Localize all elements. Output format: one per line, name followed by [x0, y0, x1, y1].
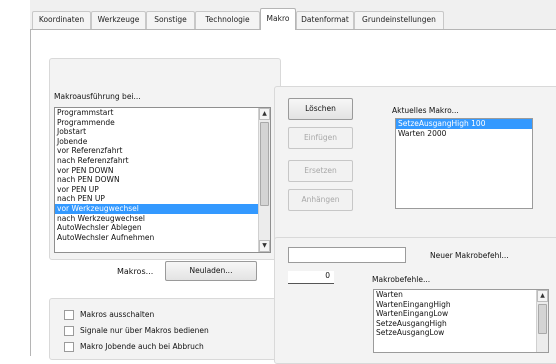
current-macro-label: Aktuelles Makro... [392, 106, 459, 115]
tab-werkzeuge[interactable]: Werkzeuge [91, 11, 146, 29]
option-label: Makros ausschalten [80, 310, 155, 319]
macro-event-item[interactable]: nach PEN UP [55, 194, 270, 204]
macro-event-item[interactable]: AutoWechsler Ablegen [55, 223, 270, 233]
commands-scrollbar[interactable]: ▲ [536, 290, 548, 352]
current-macro-item[interactable]: SetzeAusgangHigh 100 [396, 119, 532, 129]
options-group: Makros ausschalten Signale nur über Makr… [49, 298, 281, 360]
scroll-up-icon[interactable]: ▲ [537, 290, 548, 302]
checkbox-makros-ausschalten[interactable] [64, 310, 74, 320]
macro-event-scrollbar[interactable]: ▲ ▼ [258, 108, 270, 252]
replace-button[interactable]: Ersetzen [288, 160, 353, 182]
parameter-value: 0 [325, 271, 330, 280]
command-item[interactable]: Warten [374, 290, 548, 300]
macro-event-item[interactable]: Programmstart [55, 108, 270, 118]
commands-label: Makrobefehle... [372, 275, 431, 284]
command-item[interactable]: WartenEingangHigh [374, 300, 548, 310]
macro-event-item[interactable]: vor PEN UP [55, 185, 270, 195]
tab-koordinaten[interactable]: Koordinaten [32, 11, 91, 29]
reload-button[interactable]: Neuladen... [165, 261, 257, 281]
tab-grundeinstellungen[interactable]: Grundeinstellungen [354, 11, 444, 29]
parameter-field[interactable]: 0 [288, 271, 334, 284]
macro-event-item[interactable]: vor Werkzeugwechsel [55, 203, 270, 214]
macro-event-item[interactable]: nach Referenzfahrt [55, 156, 270, 166]
tab-makro[interactable]: Makro [260, 8, 296, 30]
current-macro-items: SetzeAusgangHigh 100 Warten 2000 [396, 119, 532, 138]
commands-list[interactable]: Warten WartenEingangHigh WartenEingangLow S… [373, 289, 549, 353]
tab-strip: Koordinaten Werkzeuge Sonstige Technolog… [30, 6, 556, 30]
command-item[interactable]: SetzeAusgangLow [374, 328, 548, 338]
new-command-field[interactable] [288, 247, 406, 263]
command-item[interactable]: SetzeAusgangHigh [374, 319, 548, 329]
current-macro-list[interactable]: SetzeAusgangHigh 100 Warten 2000 [395, 118, 533, 209]
scroll-thumb[interactable] [260, 122, 269, 206]
macro-event-item[interactable]: Programmende [55, 118, 270, 128]
tab-technologie[interactable]: Technologie [195, 11, 260, 29]
new-command-label: Neuer Makrobefehl... [430, 251, 509, 260]
current-macro-group: Löschen Einfügen Ersetzen Anhängen Aktue… [274, 86, 556, 251]
option-label: Makro Jobende auch bei Abbruch [80, 342, 204, 351]
scroll-thumb[interactable] [538, 304, 547, 334]
option-label: Signale nur über Makros bedienen [80, 326, 209, 335]
append-button[interactable]: Anhängen [288, 189, 353, 211]
macro-event-item[interactable]: Jobstart [55, 127, 270, 137]
macro-event-item[interactable]: AutoWechsler Aufnehmen [55, 233, 270, 243]
delete-button[interactable]: Löschen [288, 98, 353, 120]
macro-event-item[interactable]: vor Referenzfahrt [55, 146, 270, 156]
macro-event-item[interactable]: vor PEN DOWN [55, 166, 270, 176]
macros-label: Makros... [117, 267, 154, 276]
checkbox-jobende-bei-abbruch[interactable] [64, 342, 74, 352]
macro-execution-group: Makroausführung bei... Programmstart Prog… [49, 58, 281, 260]
tab-datenformat[interactable]: Datenformat [296, 11, 354, 29]
scroll-up-icon[interactable]: ▲ [259, 108, 270, 120]
macro-event-item[interactable]: nach PEN DOWN [55, 175, 270, 185]
macro-execution-label: Makroausführung bei... [54, 92, 141, 101]
insert-button[interactable]: Einfügen [288, 127, 353, 149]
checkbox-signale-ueber-makros[interactable] [64, 326, 74, 336]
tab-sonstige[interactable]: Sonstige [146, 11, 195, 29]
current-macro-item[interactable]: Warten 2000 [396, 129, 532, 139]
new-command-group: Neuer Makrobefehl... 0 Makrobefehle... W… [274, 237, 556, 364]
macro-event-item[interactable]: Jobende [55, 137, 270, 147]
macro-event-items: Programmstart Programmende Jobstart Jobende… [55, 108, 270, 242]
settings-dialog: Koordinaten Werkzeuge Sonstige Technolog… [30, 0, 556, 364]
command-items: Warten WartenEingangHigh WartenEingangLow S… [374, 290, 548, 338]
makro-tab-page: Makroausführung bei... Programmstart Prog… [30, 29, 556, 364]
macro-event-list[interactable]: Programmstart Programmende Jobstart Jobende… [54, 107, 271, 253]
scroll-down-icon[interactable]: ▼ [259, 240, 270, 252]
command-item[interactable]: WartenEingangLow [374, 309, 548, 319]
macro-event-item[interactable]: nach Werkzeugwechsel [55, 214, 270, 224]
